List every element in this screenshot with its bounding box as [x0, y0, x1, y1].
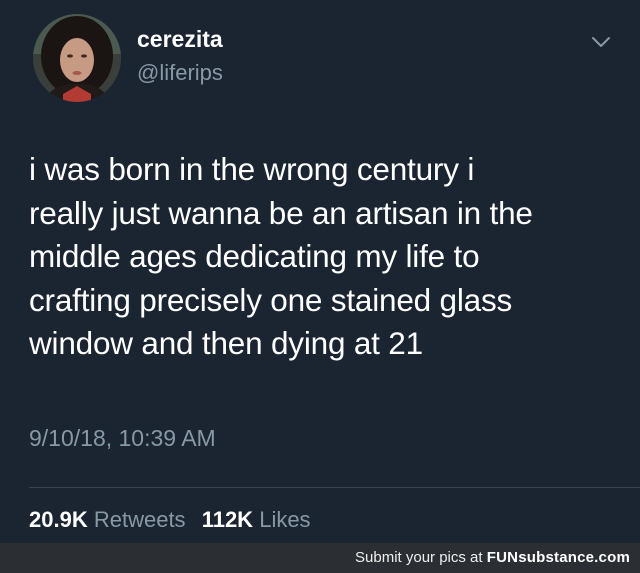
user-handle[interactable]: @liferips: [137, 60, 223, 86]
tweet-card: cerezita @liferips i was born in the wro…: [0, 0, 640, 543]
footer-content: Submit your pics at FUNsubstance.com: [355, 549, 630, 566]
avatar[interactable]: [33, 14, 121, 102]
likes-stat[interactable]: 112K Likes: [202, 507, 311, 532]
watermark-footer: Submit your pics at FUNsubstance.com: [0, 543, 640, 573]
tweet-text: i was born in the wrong century i really…: [29, 148, 629, 366]
tweet-text-line: i was born in the wrong century i: [29, 151, 475, 187]
likes-label: Likes: [259, 507, 311, 532]
divider: [29, 487, 640, 488]
funsubstance-logo[interactable]: FUNsubstance.com: [487, 549, 630, 566]
footer-text: Submit your pics at: [355, 549, 483, 566]
chevron-down-icon[interactable]: [590, 34, 612, 50]
retweets-label: Retweets: [93, 507, 186, 532]
logo-fun: FUN: [486, 549, 519, 566]
display-name[interactable]: cerezita: [137, 26, 223, 53]
tweet-text-line: middle ages dedicating my life to: [29, 238, 480, 274]
tweet-text-line: really just wanna be an artisan in the: [29, 194, 533, 231]
likes-count: 112K: [201, 507, 254, 532]
retweets-stat[interactable]: 20.9K Retweets: [29, 507, 186, 532]
tweet-text-line: window and then dying at 21: [29, 325, 423, 361]
tweet-stats: 20.9K Retweets 112K Likes: [29, 507, 321, 533]
tweet-timestamp[interactable]: 9/10/18, 10:39 AM: [29, 425, 216, 452]
retweets-count: 20.9K: [29, 507, 88, 532]
avatar-image: [33, 14, 121, 102]
tweet-text-line: crafting precisely one stained glass: [29, 281, 513, 318]
logo-substance: substance.com: [518, 549, 630, 566]
